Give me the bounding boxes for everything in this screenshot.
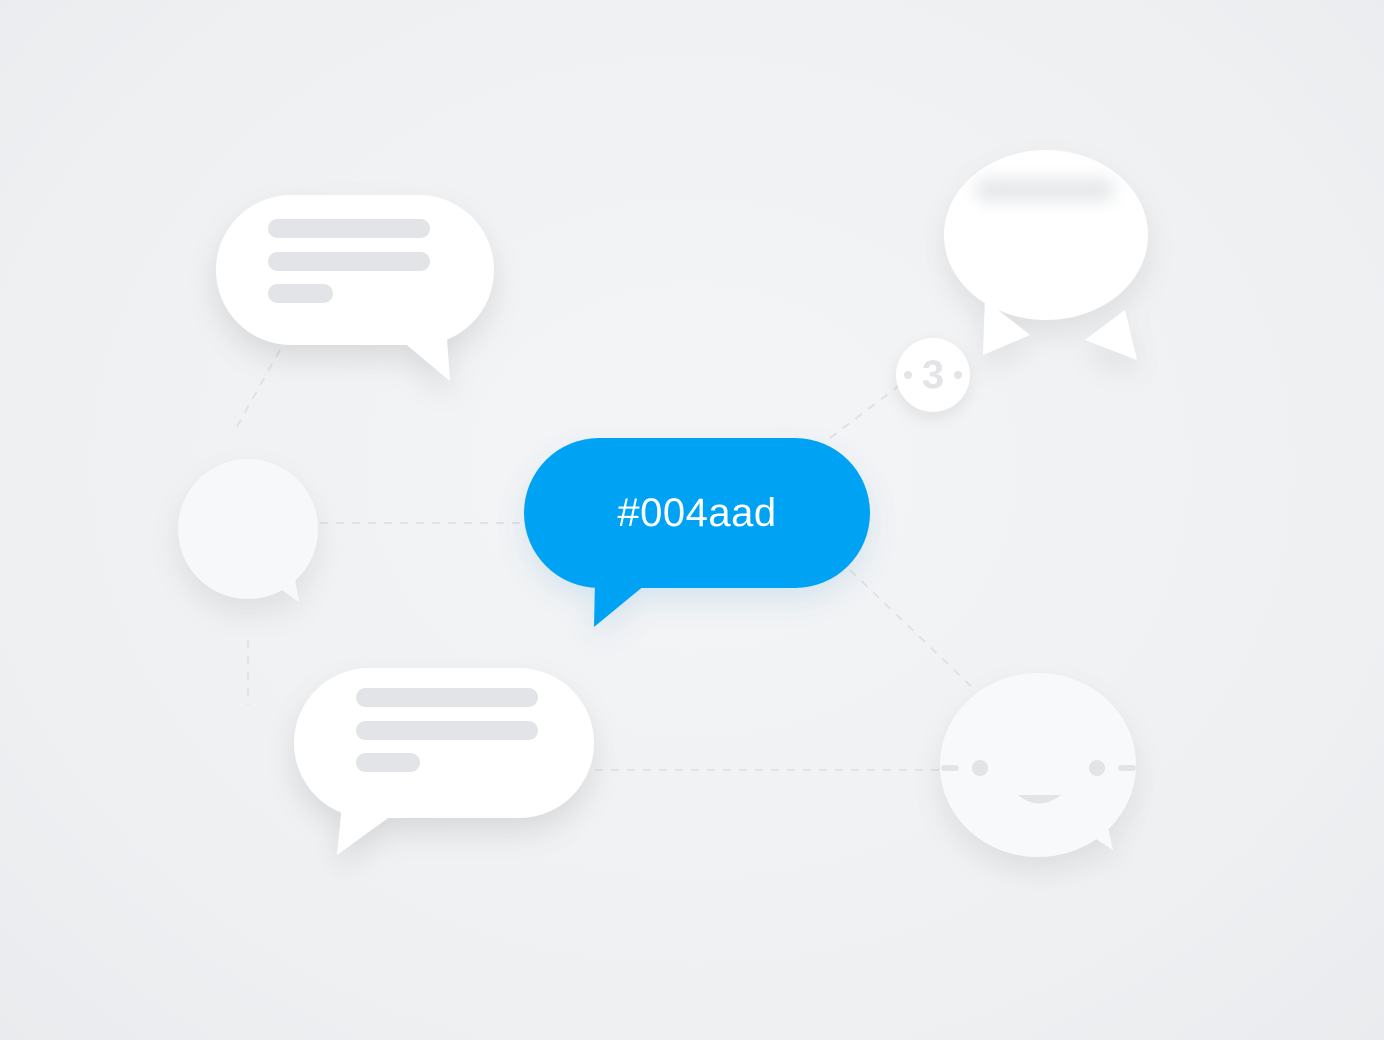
hex-color-label: #004aad [617,490,777,535]
message-line [356,688,538,707]
message-line [268,252,430,271]
badge-dot-left [904,371,912,379]
message-line [356,753,420,772]
chat-bubble-icon [944,150,1148,360]
message-line [356,721,538,740]
count-badge: 3 [896,338,970,412]
message-line [268,219,430,238]
message-lines-icon [216,195,494,381]
badge-dot-right [954,371,962,379]
badge-count: 3 [921,352,945,397]
message-line [268,284,333,303]
smiley-chat-icon [940,673,1136,857]
chat-bubble-icon [178,459,318,602]
